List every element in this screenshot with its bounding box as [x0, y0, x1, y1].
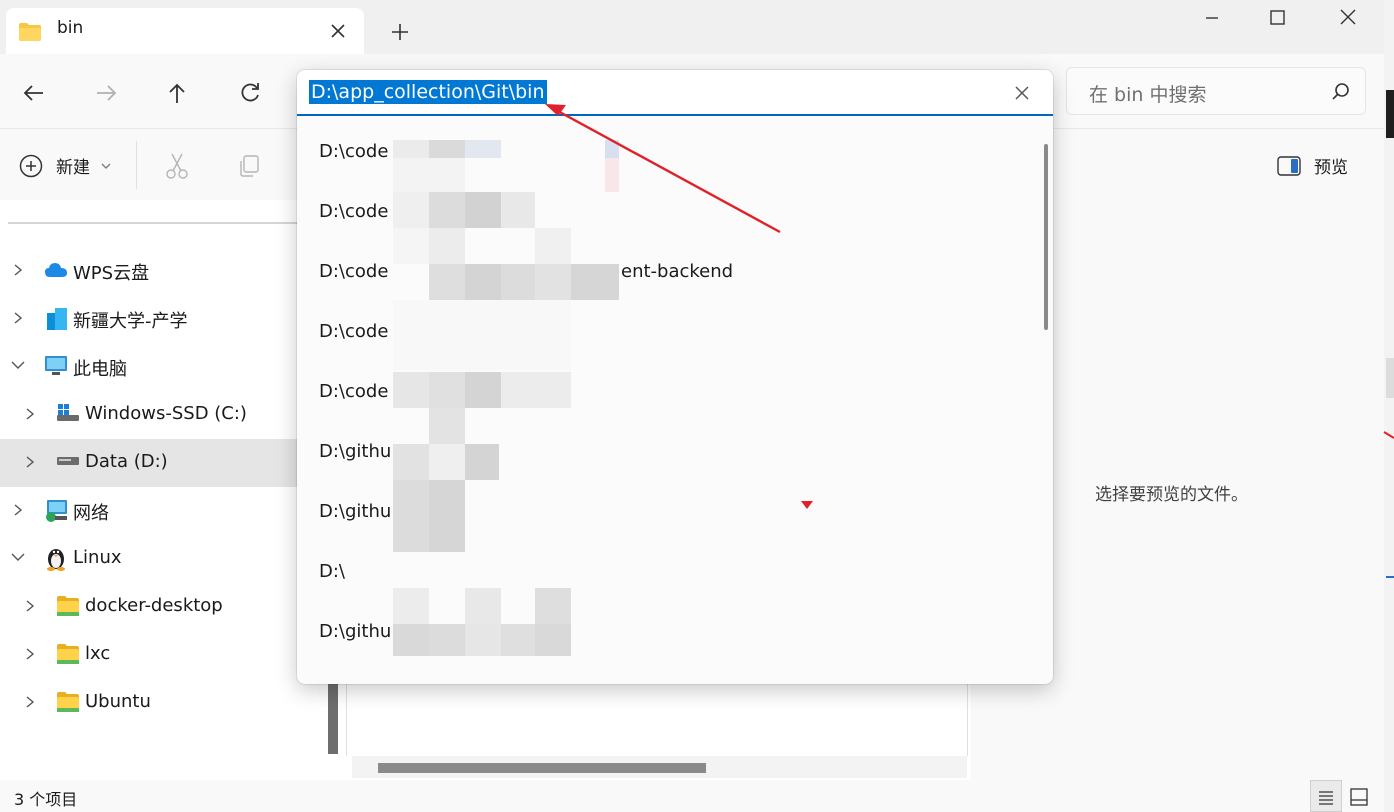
preview-pane-icon — [1277, 156, 1301, 176]
preview-label: 预览 — [1314, 158, 1348, 178]
tiles-view-icon — [1350, 788, 1368, 806]
chevron-right-icon[interactable] — [12, 263, 24, 277]
sidebar-item-windows-ssd[interactable]: Windows-SSD (C:) — [0, 391, 297, 439]
chevron-right-icon[interactable] — [24, 647, 36, 661]
sidebar-item-wps-cloud[interactable]: WPS云盘 — [0, 247, 297, 295]
sidebar-item-ubuntu[interactable]: Ubuntu — [0, 679, 297, 727]
sidebar-item-lxc[interactable]: lxc — [0, 631, 297, 679]
folder-icon — [57, 692, 79, 712]
address-suggestion[interactable]: D:\code — [319, 198, 388, 226]
sidebar-item-label: Linux — [73, 547, 122, 568]
address-suggestion[interactable]: D:\githu — [319, 498, 391, 526]
title-bar: bin — [0, 0, 1384, 54]
chevron-right-icon[interactable] — [24, 455, 36, 469]
address-suggestion[interactable]: D:\code — [319, 258, 388, 286]
sidebar-item-label: lxc — [85, 643, 111, 664]
sidebar-item-label: WPS云盘 — [73, 263, 150, 284]
details-view-button[interactable] — [1310, 780, 1342, 812]
sidebar-item-docker-desktop[interactable]: docker-desktop — [0, 583, 297, 631]
large-icons-view-button[interactable] — [1348, 786, 1370, 808]
windows-drive-icon — [57, 404, 79, 421]
item-count: 3 个项目 — [14, 790, 78, 809]
folder-icon — [57, 596, 79, 616]
preview-message: 选择要预览的文件。 — [1095, 485, 1248, 505]
new-button-label: 新建 — [56, 158, 90, 178]
chevron-right-icon[interactable] — [24, 407, 36, 421]
tab-title: bin — [57, 18, 84, 38]
address-suggestion[interactable]: D:\code — [319, 378, 388, 406]
sidebar-item-xju[interactable]: 新疆大学-产学 — [0, 295, 297, 343]
sidebar-item-data-d[interactable]: Data (D:) — [0, 439, 297, 487]
horizontal-scrollbar-thumb[interactable] — [378, 763, 706, 773]
copy-icon[interactable] — [236, 153, 262, 179]
sidebar-item-label: 此电脑 — [73, 359, 127, 380]
refresh-button[interactable] — [233, 76, 267, 110]
minimize-button[interactable] — [1188, 6, 1236, 30]
sidebar-item-linux[interactable]: Linux — [0, 535, 297, 583]
dropdown-scrollbar[interactable] — [1044, 144, 1048, 330]
search-box[interactable]: 在 bin 中搜索 — [1066, 67, 1366, 115]
up-button[interactable] — [160, 76, 194, 110]
chevron-right-icon[interactable] — [24, 695, 36, 709]
back-button[interactable] — [17, 76, 51, 110]
sidebar-item-network[interactable]: 网络 — [0, 487, 297, 535]
sidebar-item-label: Windows-SSD (C:) — [85, 403, 247, 424]
file-list-column — [346, 682, 968, 756]
new-button[interactable]: 新建 — [18, 151, 118, 181]
chevron-down-icon[interactable] — [10, 551, 26, 563]
sidebar-item-label: Ubuntu — [85, 691, 151, 712]
address-suggestion-tail: ent-backend — [621, 261, 734, 282]
cloud-icon — [45, 263, 67, 277]
preview-pane-button[interactable]: 预览 — [1276, 151, 1356, 181]
cut-icon[interactable] — [164, 151, 190, 181]
address-suggestion[interactable]: D:\ — [319, 558, 345, 586]
search-input[interactable]: 在 bin 中搜索 — [1089, 80, 1206, 107]
building-icon — [47, 308, 67, 330]
chevron-right-icon[interactable] — [12, 503, 24, 517]
status-bar: 3 个项目 — [0, 780, 1384, 812]
search-icon[interactable] — [1331, 82, 1351, 102]
sidebar-item-label: 网络 — [73, 503, 109, 524]
network-icon — [46, 500, 67, 522]
folder-icon — [18, 22, 42, 42]
background-window-edge — [1384, 0, 1394, 812]
folder-icon — [57, 644, 79, 664]
navigation-pane: WPS云盘 新疆大学-产学 此电脑 Windows-SSD (C:) Data … — [0, 200, 297, 780]
address-suggestion[interactable]: D:\code — [319, 138, 388, 166]
address-suggestion[interactable]: D:\githu — [319, 618, 391, 646]
chevron-down-icon[interactable] — [10, 359, 26, 371]
clear-address-icon[interactable] — [1009, 82, 1035, 104]
close-tab-icon[interactable] — [322, 20, 354, 42]
address-text-selected[interactable]: D:\app_collection\Git\bin — [309, 80, 547, 104]
chevron-right-icon[interactable] — [24, 599, 36, 613]
tab-bin[interactable]: bin — [6, 8, 364, 54]
address-suggestion[interactable]: D:\githu — [319, 438, 391, 466]
new-tab-button[interactable] — [386, 18, 414, 46]
drive-icon — [57, 457, 79, 465]
divider — [136, 141, 137, 189]
divider — [8, 222, 297, 224]
forward-button[interactable] — [89, 76, 123, 110]
address-bar-dropdown[interactable]: D:\app_collection\Git\bin D:\code D:\cod… — [297, 70, 1053, 684]
penguin-icon — [47, 549, 65, 571]
chevron-down-icon — [101, 163, 111, 169]
close-window-button[interactable] — [1324, 6, 1372, 30]
details-view-icon — [1319, 791, 1333, 805]
sidebar-item-this-pc[interactable]: 此电脑 — [0, 343, 297, 391]
maximize-button[interactable] — [1253, 6, 1301, 30]
monitor-icon — [45, 356, 67, 375]
sidebar-scrollbar[interactable] — [328, 682, 338, 754]
sidebar-item-label: docker-desktop — [85, 595, 223, 616]
address-bar-input[interactable]: D:\app_collection\Git\bin — [297, 70, 1053, 116]
sidebar-item-label: Data (D:) — [85, 451, 168, 472]
address-suggestion[interactable]: D:\code — [319, 318, 388, 346]
sidebar-item-label: 新疆大学-产学 — [73, 311, 188, 332]
chevron-right-icon[interactable] — [12, 311, 24, 325]
